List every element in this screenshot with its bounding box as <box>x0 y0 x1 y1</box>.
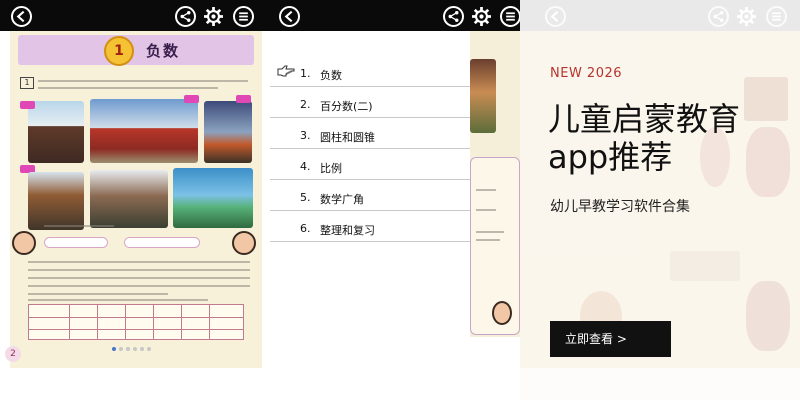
phone-screen-lesson: 1 负数 1 2 <box>0 0 270 400</box>
back-arrow-icon[interactable] <box>279 6 300 27</box>
promo-title: 儿童启蒙教育app推荐 <box>548 100 741 176</box>
toc-number: 2. <box>300 98 311 111</box>
toc-number: 1. <box>300 67 311 80</box>
city-photo <box>28 101 84 163</box>
cartoon-children <box>12 231 36 255</box>
gear-icon[interactable] <box>203 6 224 27</box>
gear-icon <box>736 6 757 27</box>
toc-title: 负数 <box>320 69 342 82</box>
phone-screen-toc: 1. 负数 2. 百分数(二) 3. 圆柱和圆锥 4. 比例 5. 数学广角 6… <box>270 0 521 400</box>
app-bar <box>0 0 270 31</box>
promo-eyebrow: NEW 2026 <box>550 66 623 81</box>
carousel-dot <box>112 347 116 351</box>
toc-title: 数学广角 <box>320 193 364 206</box>
toc-item[interactable]: 6. 整理和复习 <box>270 211 470 242</box>
toc-number: 4. <box>300 160 311 173</box>
toc-item[interactable]: 4. 比例 <box>270 149 470 180</box>
toc-title: 圆柱和圆锥 <box>320 131 375 144</box>
view-now-button[interactable]: 立即查看 > <box>550 321 671 357</box>
temperature-table <box>28 304 244 340</box>
toc-item[interactable]: 3. 圆柱和圆锥 <box>270 118 470 149</box>
menu-icon <box>766 6 787 27</box>
pointing-hand-icon <box>277 65 295 77</box>
textbook-page[interactable]: 1 负数 1 <box>10 31 262 368</box>
toc-item[interactable]: 2. 百分数(二) <box>270 87 470 118</box>
table-of-contents: 1. 负数 2. 百分数(二) 3. 圆柱和圆锥 4. 比例 5. 数学广角 6… <box>270 56 470 242</box>
carousel-dot <box>133 347 137 351</box>
toc-title: 百分数(二) <box>320 100 373 113</box>
city-photo <box>90 99 198 163</box>
app-bar-faded <box>520 0 800 31</box>
share-icon[interactable] <box>443 6 464 27</box>
toc-item[interactable]: 5. 数学广角 <box>270 180 470 211</box>
toc-number: 3. <box>300 129 311 142</box>
toc-title: 比例 <box>320 162 342 175</box>
gear-icon[interactable] <box>471 6 492 27</box>
lesson-number-badge: 1 <box>104 36 134 66</box>
city-photo <box>28 172 84 230</box>
menu-icon[interactable] <box>233 6 254 27</box>
app-bar <box>270 0 521 31</box>
lesson-banner: 1 负数 <box>18 35 254 66</box>
city-photo <box>204 101 252 163</box>
exercise-number: 1 <box>20 77 34 89</box>
carousel-dots[interactable] <box>112 347 151 351</box>
carousel-dot <box>119 347 123 351</box>
carousel-dot <box>147 347 151 351</box>
share-icon <box>708 6 729 27</box>
share-icon[interactable] <box>175 6 196 27</box>
carousel-dot <box>140 347 144 351</box>
back-arrow-icon <box>545 6 566 27</box>
back-arrow-icon[interactable] <box>11 6 32 27</box>
cartoon-children <box>232 231 256 255</box>
toc-number: 5. <box>300 191 311 204</box>
menu-icon[interactable] <box>500 6 521 27</box>
toc-item[interactable]: 1. 负数 <box>270 56 470 87</box>
city-photo <box>173 168 253 228</box>
screenshot-collage: 1 负数 1 2 1. 负数 2. 百分数(二) 3. 圆柱和圆锥 4. 比例 … <box>0 0 800 400</box>
page-behind-menu <box>470 31 520 337</box>
toc-title: 整理和复习 <box>320 224 375 237</box>
promo-subtitle: 幼儿早教学习软件合集 <box>550 199 690 215</box>
toc-number: 6. <box>300 222 311 235</box>
page-number-badge: 2 <box>5 346 21 362</box>
city-photo <box>90 170 168 228</box>
carousel-dot <box>126 347 130 351</box>
promo-panel: NEW 2026 儿童启蒙教育app推荐 幼儿早教学习软件合集 立即查看 > <box>520 0 800 400</box>
lesson-title: 负数 <box>146 42 181 60</box>
